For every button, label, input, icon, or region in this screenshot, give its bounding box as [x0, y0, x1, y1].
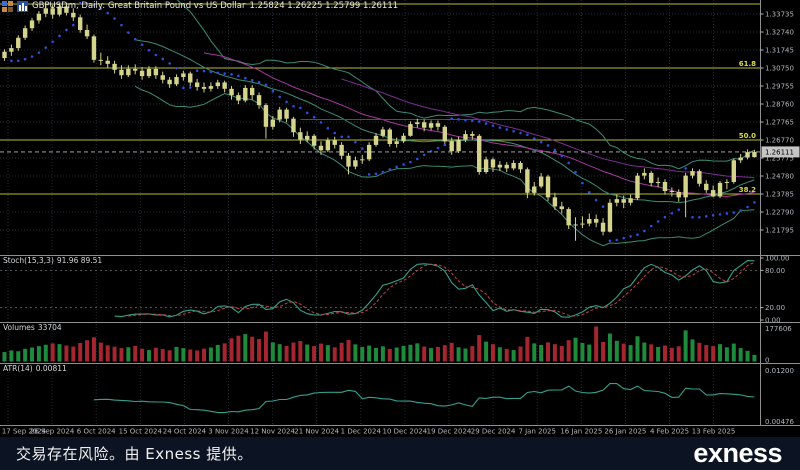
atr-panel: [94, 384, 755, 413]
exness-logo: exness: [693, 438, 782, 469]
svg-text:1.33735: 1.33735: [765, 11, 794, 19]
svg-text:1.28760: 1.28760: [765, 101, 794, 109]
svg-text:6 Oct 2024: 6 Oct 2024: [77, 428, 116, 436]
trading-chart[interactable]: 61.850.038.21.337351.327401.317451.30750…: [0, 0, 800, 437]
svg-text:1 Dec 2024: 1 Dec 2024: [341, 428, 382, 436]
moving-averages: [204, 53, 754, 197]
risk-disclaimer: 交易存在风险。由 Exness 提供。: [16, 443, 253, 464]
candlesticks: [2, 3, 756, 241]
svg-text:0: 0: [765, 357, 769, 365]
svg-text:3 Nov 2024: 3 Nov 2024: [208, 428, 249, 436]
svg-text:100.00: 100.00: [765, 255, 790, 263]
psar-dots: [10, 2, 756, 242]
svg-text:1.32740: 1.32740: [765, 29, 794, 37]
atr-line: [94, 384, 755, 413]
svg-text:1.29755: 1.29755: [765, 83, 794, 91]
svg-text:177606: 177606: [765, 325, 792, 333]
svg-text:80.00: 80.00: [765, 267, 785, 275]
svg-text:29 Dec 2024: 29 Dec 2024: [471, 428, 516, 436]
svg-text:19 Dec 2024: 19 Dec 2024: [427, 428, 472, 436]
svg-text:1.21795: 1.21795: [765, 227, 794, 235]
svg-text:1.27765: 1.27765: [765, 119, 794, 127]
svg-text:13 Feb 2025: 13 Feb 2025: [692, 428, 736, 436]
panel-separators: [0, 0, 800, 426]
svg-text:1.30750: 1.30750: [765, 65, 794, 73]
svg-text:26 Sep 2024: 26 Sep 2024: [30, 428, 75, 436]
svg-text:1.26111: 1.26111: [765, 149, 794, 157]
chart-area[interactable]: 61.850.038.21.337351.327401.317451.30750…: [0, 0, 800, 437]
svg-text:20.00: 20.00: [765, 304, 785, 312]
svg-text:1.23785: 1.23785: [765, 191, 794, 199]
svg-text:4 Feb 2025: 4 Feb 2025: [650, 428, 689, 436]
svg-text:21 Nov 2024: 21 Nov 2024: [294, 428, 339, 436]
svg-text:26 Jan 2025: 26 Jan 2025: [604, 428, 646, 436]
svg-text:15 Oct 2024: 15 Oct 2024: [119, 428, 163, 436]
svg-text:61.8: 61.8: [739, 60, 756, 68]
svg-text:1.26770: 1.26770: [765, 137, 794, 145]
stoch-k-line: [115, 261, 755, 318]
svg-text:0.00476: 0.00476: [765, 418, 794, 426]
svg-text:0.00: 0.00: [765, 317, 781, 325]
svg-text:50.0: 50.0: [739, 132, 756, 140]
stochastic-panel: [0, 261, 760, 318]
trading-terminal: 61.850.038.21.337351.327401.317451.30750…: [0, 0, 800, 470]
volumes-panel: [3, 327, 757, 362]
svg-text:0.01200: 0.01200: [765, 367, 794, 375]
svg-text:12 Nov 2024: 12 Nov 2024: [250, 428, 295, 436]
svg-text:1.31745: 1.31745: [765, 47, 794, 55]
svg-text:16 Jan 2025: 16 Jan 2025: [560, 428, 602, 436]
svg-text:1.22790: 1.22790: [765, 209, 794, 217]
svg-text:10 Dec 2024: 10 Dec 2024: [383, 428, 428, 436]
footer-bar: 交易存在风险。由 Exness 提供。 exness: [0, 437, 800, 470]
time-scale[interactable]: 17 Sep 202426 Sep 20246 Oct 202415 Oct 2…: [2, 428, 736, 436]
svg-text:24 Oct 2024: 24 Oct 2024: [163, 428, 207, 436]
svg-text:7 Jan 2025: 7 Jan 2025: [518, 428, 556, 436]
svg-text:1.24780: 1.24780: [765, 173, 794, 181]
